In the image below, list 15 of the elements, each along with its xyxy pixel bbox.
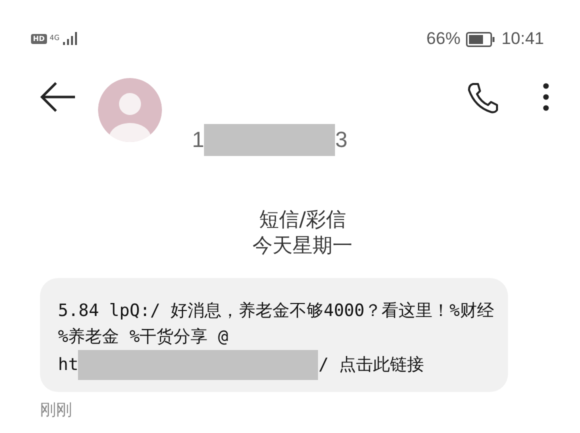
avatar-icon xyxy=(98,78,162,142)
clock: 10:41 xyxy=(501,29,544,49)
channel-label: 短信/彩信 xyxy=(259,206,346,232)
link-start[interactable]: ht xyxy=(58,352,78,378)
link-end[interactable]: / 点击此链接 xyxy=(318,352,424,378)
signal-icon xyxy=(62,32,79,46)
date-label: 今天星期一 xyxy=(252,232,352,258)
phone-number-end: 3 xyxy=(335,127,348,153)
battery-percent: 66% xyxy=(426,29,460,49)
more-icon[interactable] xyxy=(542,82,550,112)
battery-icon xyxy=(466,32,496,46)
phone-icon[interactable] xyxy=(467,82,499,114)
phone-number-start: 1 xyxy=(192,127,204,153)
back-arrow-icon[interactable] xyxy=(40,82,76,112)
message-time: 刚刚 xyxy=(40,400,73,421)
